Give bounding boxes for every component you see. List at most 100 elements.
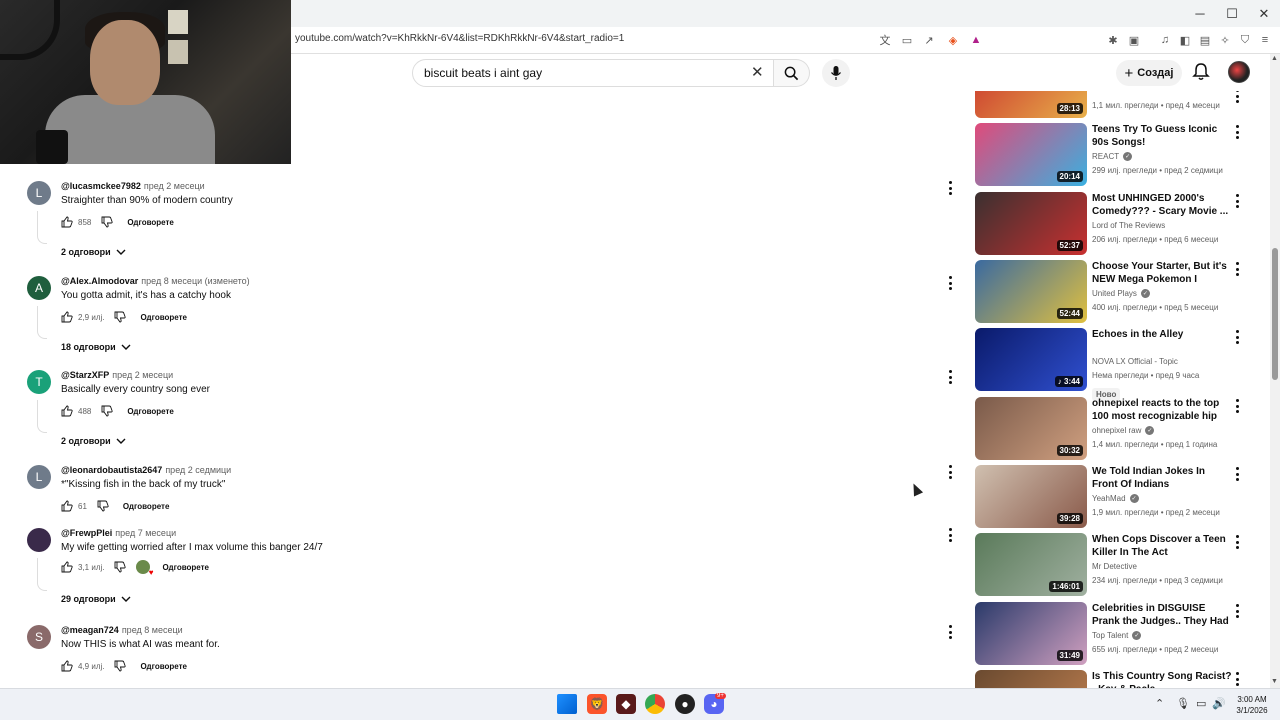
video-more-icon[interactable] (1233, 604, 1241, 618)
comment-more-icon[interactable] (946, 370, 954, 384)
vpn-icon[interactable]: ⛉ (1236, 31, 1254, 49)
scroll-down-arrow-icon[interactable]: ▼ (1271, 678, 1278, 685)
comment-more-icon[interactable] (946, 528, 954, 542)
comment-author[interactable]: @FrewpPlei (61, 528, 112, 538)
video-title[interactable]: Teens Try To Guess Iconic 90s Songs! (1092, 123, 1232, 149)
thumbs-down-icon[interactable] (114, 660, 127, 672)
close-window-button[interactable]: ✕ (1248, 0, 1280, 27)
view-replies-button[interactable]: 18 одговори (61, 342, 131, 352)
video-more-icon[interactable] (1233, 672, 1241, 686)
comment-avatar[interactable]: T (27, 370, 51, 394)
translate-icon[interactable]: 文 (876, 31, 894, 49)
comment-time[interactable]: пред 2 месеци (112, 370, 173, 380)
video-channel[interactable]: Lord of The Reviews (1092, 221, 1165, 230)
brave-nightly-icon[interactable]: ◆ (616, 694, 636, 714)
window-icon[interactable]: ▤ (1196, 31, 1214, 49)
comment-author[interactable]: @StarzXFP (61, 370, 109, 380)
view-replies-button[interactable]: 29 одговори (61, 594, 131, 604)
video-thumbnail[interactable]: 31:49 (975, 602, 1087, 665)
brave-shields-icon[interactable]: ◈ (944, 31, 962, 49)
recommended-video[interactable]: 30:32 ohnepixel reacts to the top 100 mo… (975, 397, 1255, 461)
video-title[interactable]: When Cops Discover a Teen Killer In The … (1092, 533, 1232, 559)
video-title[interactable]: ohnepixel reacts to the top 100 most rec… (1092, 397, 1232, 424)
reply-button[interactable]: Одговорете (140, 662, 187, 671)
wallet-icon[interactable]: ▣ (1125, 31, 1143, 49)
view-replies-button[interactable]: 2 одговори (61, 247, 126, 257)
video-title[interactable]: Choose Your Starter, But it's NEW Mega P… (1092, 260, 1232, 287)
sidebar-icon[interactable]: ◧ (1176, 31, 1194, 49)
view-replies-button[interactable]: 2 одговори (61, 436, 126, 446)
video-thumbnail[interactable]: 20:14 (975, 123, 1087, 186)
video-thumbnail[interactable]: ♪ 3:44 (975, 328, 1087, 391)
thumbs-up-icon[interactable] (61, 311, 73, 323)
leo-ai-icon[interactable]: ✧ (1216, 31, 1234, 49)
menu-icon[interactable]: ≡ (1256, 31, 1274, 49)
comment-avatar[interactable]: L (27, 181, 51, 205)
channel-name[interactable]: YeahMad (1092, 494, 1126, 503)
chrome-icon[interactable] (645, 694, 665, 714)
video-thumbnail[interactable]: 52:44 (975, 260, 1087, 323)
thumbs-up-icon[interactable] (61, 660, 73, 672)
video-title[interactable]: Echoes in the Alley (1092, 328, 1232, 341)
recommended-video[interactable]: 31:49 Celebrities in DISGUISE Prank the … (975, 602, 1255, 666)
video-more-icon[interactable] (1233, 467, 1241, 481)
channel-name[interactable]: United Plays (1092, 289, 1137, 298)
music-icon[interactable]: ♫ (1156, 31, 1174, 49)
video-channel[interactable]: Mr Detective (1092, 562, 1137, 571)
video-title[interactable]: Is This Country Song Racist? - Kay & Pac… (1092, 670, 1232, 688)
comment-more-icon[interactable] (946, 276, 954, 290)
channel-name[interactable]: Mr Detective (1092, 562, 1137, 571)
minimize-button[interactable]: ─ (1184, 0, 1216, 27)
create-button[interactable]: + Создај (1116, 60, 1182, 86)
thumbs-up-icon[interactable] (61, 561, 73, 573)
video-channel[interactable]: REACT ✓ (1092, 152, 1133, 161)
reply-button[interactable]: Одговорете (123, 502, 170, 511)
recommended-video[interactable]: 39:28 We Told Indian Jokes In Front Of I… (975, 465, 1255, 529)
reply-button[interactable]: Одговорете (162, 563, 209, 572)
recommended-video[interactable]: 52:37 Most UNHINGED 2000's Comedy??? - S… (975, 192, 1255, 256)
comment-author[interactable]: @meagan724 (61, 625, 119, 635)
search-query[interactable]: biscuit beats i aint gay (424, 66, 542, 80)
thumbs-down-icon[interactable] (114, 561, 127, 573)
video-title[interactable]: Celebrities in DISGUISE Prank the Judges… (1092, 602, 1232, 629)
obs-icon[interactable]: ● (675, 694, 695, 714)
comment-avatar[interactable]: L (27, 465, 51, 489)
channel-name[interactable]: NOVA LX Official - Topic (1092, 357, 1178, 366)
video-channel[interactable]: YeahMad ✓ (1092, 494, 1139, 503)
video-more-icon[interactable] (1233, 399, 1241, 413)
comment-author[interactable]: @leonardobautista2647 (61, 465, 162, 475)
comment-time[interactable]: пред 2 седмици (165, 465, 231, 475)
comment-time[interactable]: пред 8 месеци (изменето) (141, 276, 249, 286)
thumbs-down-icon[interactable] (97, 500, 109, 512)
channel-name[interactable]: Lord of The Reviews (1092, 221, 1165, 230)
thumbs-down-icon[interactable] (101, 405, 113, 417)
video-title[interactable]: Most UNHINGED 2000's Comedy??? - Scary M… (1092, 192, 1232, 218)
comment-time[interactable]: пред 7 месеци (115, 528, 176, 538)
scroll-up-arrow-icon[interactable]: ▲ (1271, 55, 1278, 62)
video-thumbnail[interactable]: 1:46:01 (975, 533, 1087, 596)
comment-author[interactable]: @lucasmckee7982 (61, 181, 141, 191)
video-thumbnail[interactable]: 30:32 (975, 397, 1087, 460)
thumbs-down-icon[interactable] (114, 311, 127, 323)
recommended-video[interactable]: Is This Country Song Racist? - Kay & Pac… (975, 670, 1255, 688)
recommended-video[interactable]: 52:44 Choose Your Starter, But it's NEW … (975, 260, 1255, 324)
comment-avatar[interactable] (27, 528, 51, 552)
microphone-tray-icon[interactable]: 🎙 (1176, 697, 1190, 710)
video-channel[interactable]: ohnepixel raw ✓ (1092, 426, 1155, 435)
comment-more-icon[interactable] (946, 465, 954, 479)
recommended-video[interactable]: ♪ 3:44 Echoes in the Alley NOVA LX Offici… (975, 328, 1255, 401)
reply-button[interactable]: Одговорете (140, 313, 187, 322)
recommended-video[interactable]: 1:46:01 When Cops Discover a Teen Killer… (975, 533, 1255, 597)
brave-browser-icon[interactable]: 🦁 (587, 694, 607, 714)
clear-search-icon[interactable]: ✕ (751, 63, 764, 81)
thumbs-down-icon[interactable] (101, 216, 113, 228)
video-channel[interactable]: United Plays ✓ (1092, 289, 1150, 298)
comment-avatar[interactable]: S (27, 625, 51, 649)
video-thumbnail[interactable] (975, 670, 1087, 688)
comment-time[interactable]: пред 8 месеци (122, 625, 183, 635)
search-button[interactable] (774, 59, 810, 87)
video-title[interactable]: We Told Indian Jokes In Front Of Indians (1092, 465, 1232, 491)
channel-name[interactable]: ohnepixel raw (1092, 426, 1141, 435)
cast-icon[interactable]: ▭ (898, 31, 916, 49)
reply-button[interactable]: Одговорете (127, 218, 174, 227)
